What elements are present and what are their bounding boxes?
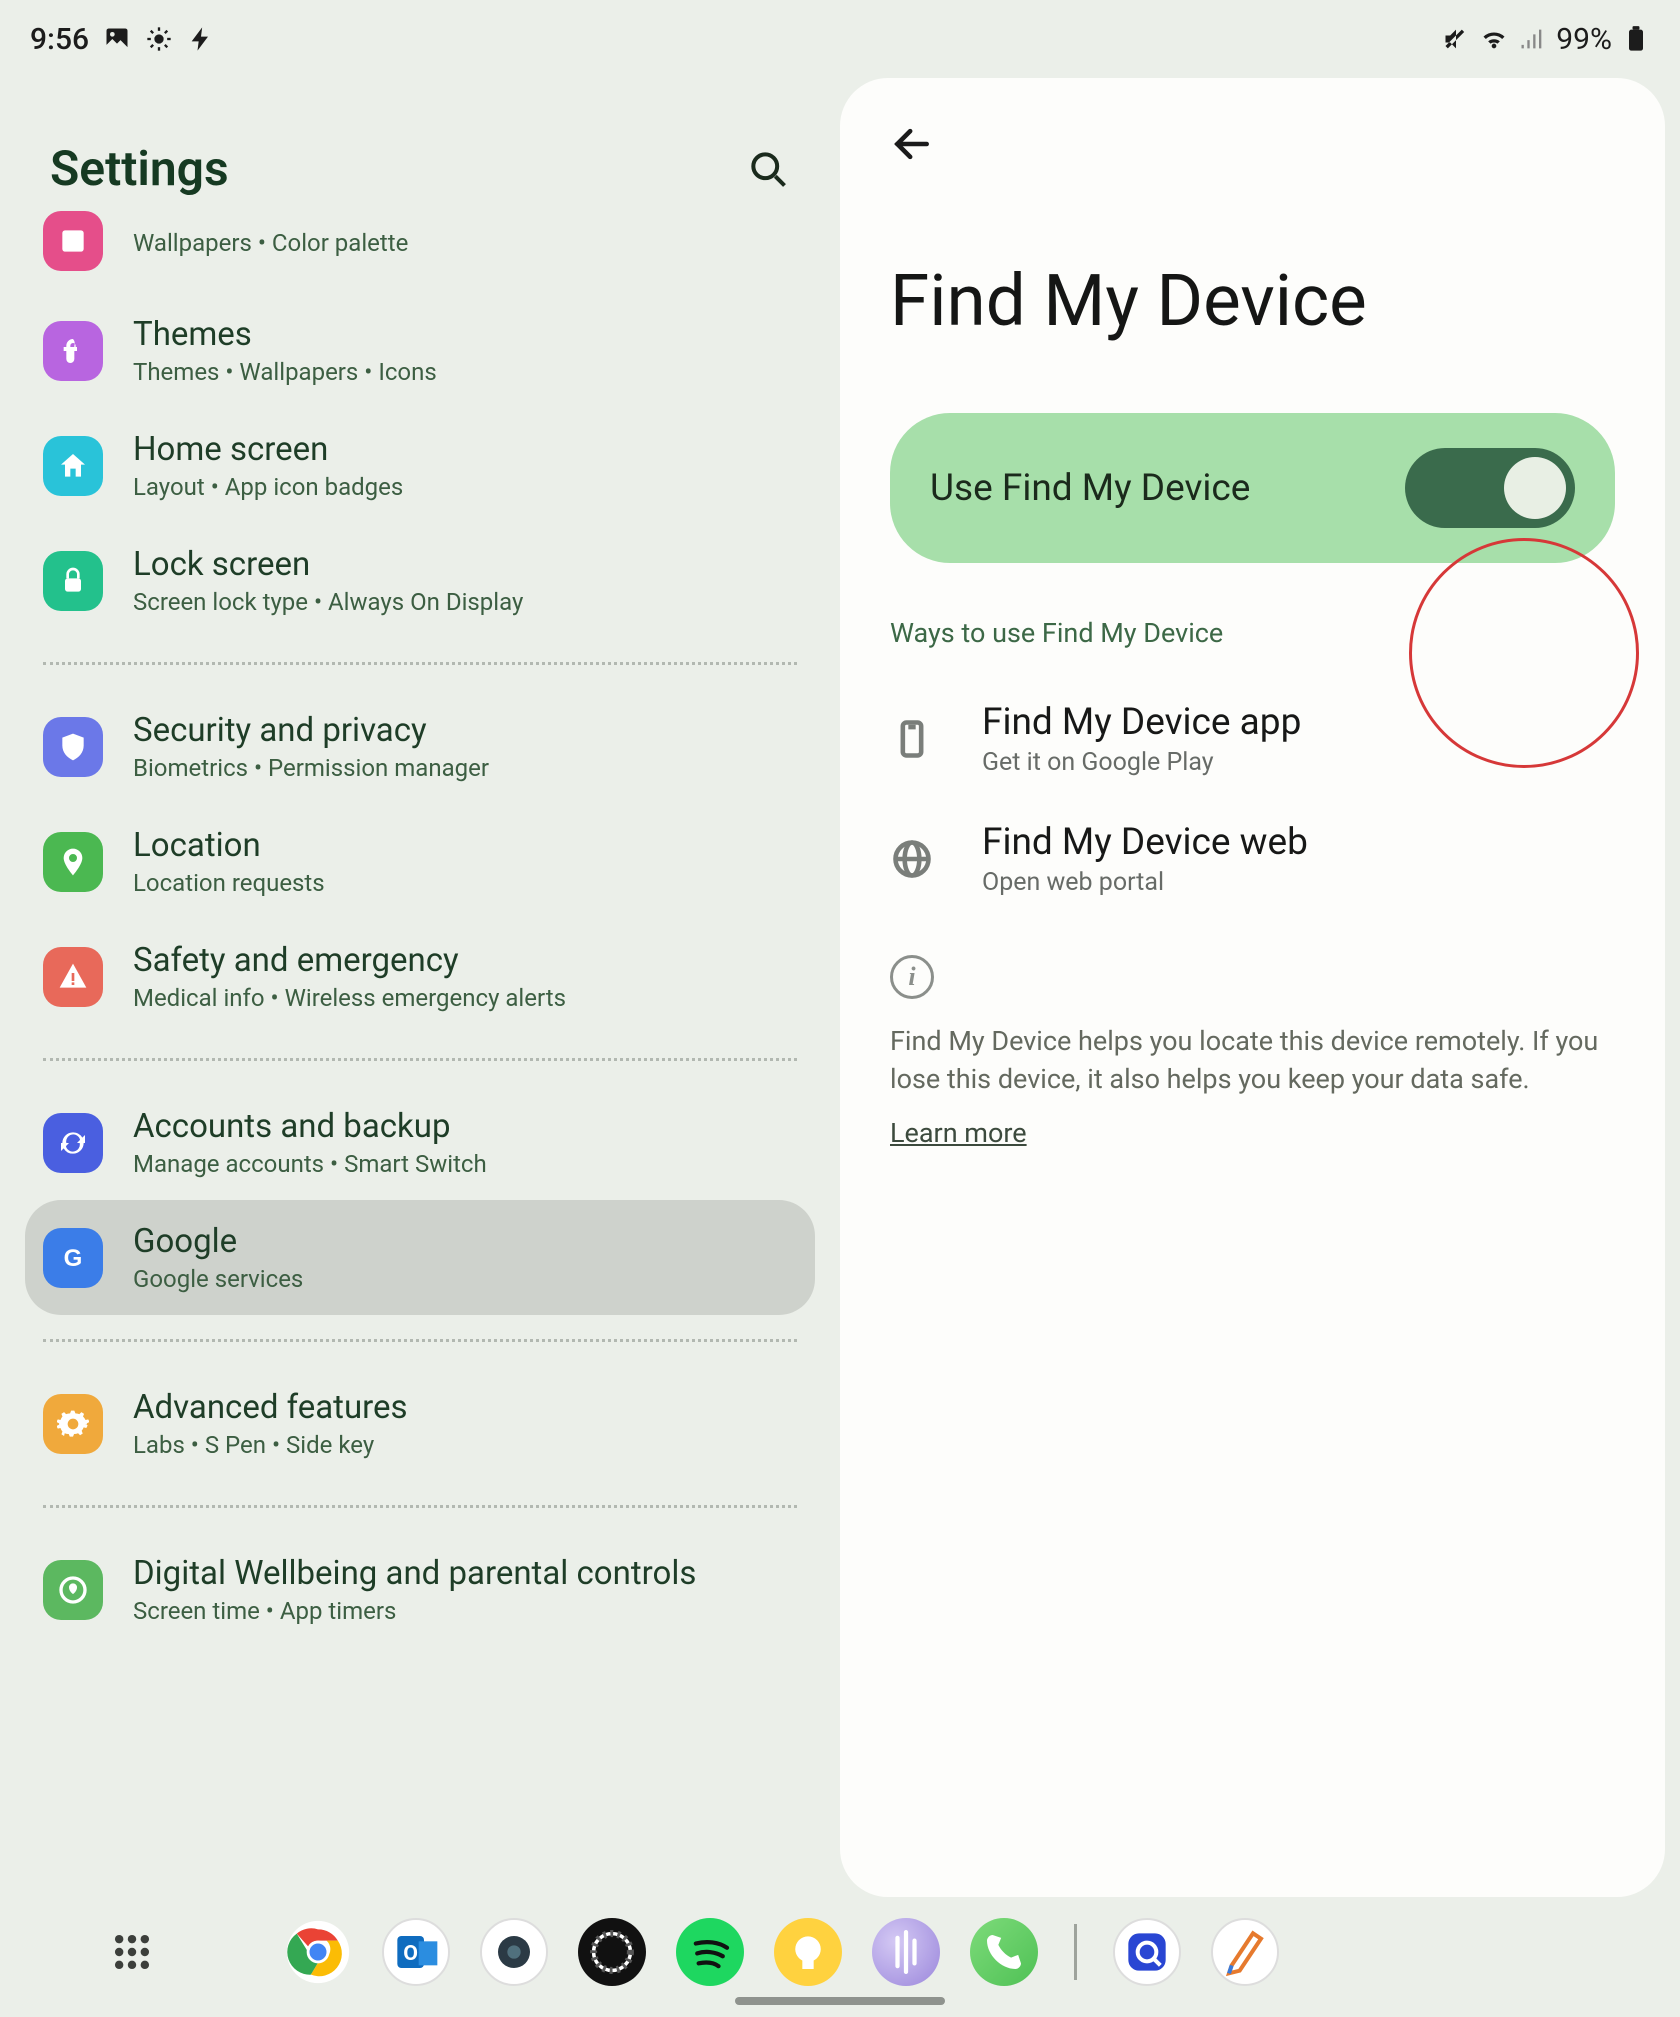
phone-icon [890, 717, 934, 761]
info-icon [890, 955, 934, 999]
battery-pct: 99% [1556, 22, 1612, 57]
toggle-switch[interactable] [1405, 448, 1575, 528]
settings-item-sync[interactable]: Accounts and backupManage accounts • Sma… [25, 1085, 815, 1200]
dock-separator [1074, 1924, 1077, 1980]
toggle-label: Use Find My Device [930, 467, 1250, 510]
page-title: Find My Device [890, 260, 1615, 343]
dock-bixby-icon[interactable] [872, 1918, 940, 1986]
globe-icon [890, 837, 934, 881]
master-toggle-row[interactable]: Use Find My Device [890, 413, 1615, 563]
settings-title: Settings [50, 140, 229, 197]
battery-icon [1622, 25, 1650, 53]
google-icon: G [43, 1228, 103, 1288]
pin-icon [43, 832, 103, 892]
dock-spotify-icon[interactable] [676, 1918, 744, 1986]
gear-icon [43, 1394, 103, 1454]
lock-icon [43, 551, 103, 611]
settings-item-pin[interactable]: LocationLocation requests [25, 804, 815, 919]
wall-icon [43, 211, 103, 271]
shield-icon [43, 717, 103, 777]
mute-icon [1442, 25, 1470, 53]
settings-item-lock[interactable]: Lock screenScreen lock type • Always On … [25, 523, 815, 638]
nav-handle[interactable] [735, 1997, 945, 2005]
dock-cam-icon[interactable] [480, 1918, 548, 1986]
settings-item-alert[interactable]: Safety and emergencyMedical info • Wirel… [25, 919, 815, 1034]
settings-item-home[interactable]: Home screenLayout • App icon badges [25, 408, 815, 523]
sun-icon [145, 25, 173, 53]
dock-tips-icon[interactable] [774, 1918, 842, 1986]
dock-chrome-icon[interactable] [284, 1918, 352, 1986]
section-heading: Ways to use Find My Device [890, 617, 1615, 649]
wifi-icon [1480, 25, 1508, 53]
clock: 9:56 [30, 22, 89, 57]
svg-text:G: G [64, 1245, 83, 1272]
settings-item-wall[interactable]: Wallpapers • Color palette [25, 211, 815, 293]
image-icon [103, 25, 131, 53]
home-icon [43, 436, 103, 496]
dock-phone-icon[interactable] [970, 1918, 1038, 1986]
back-icon[interactable] [890, 122, 934, 166]
dock-note-icon[interactable] [1211, 1918, 1279, 1986]
signal-icon [1518, 25, 1546, 53]
dock-watch-icon[interactable] [578, 1918, 646, 1986]
settings-item-themes[interactable]: ThemesThemes • Wallpapers • Icons [25, 293, 815, 408]
status-bar: 9:56 99% [0, 0, 1680, 78]
search-icon[interactable] [746, 147, 790, 191]
dock-quick-icon[interactable] [1113, 1918, 1181, 1986]
learn-more-link[interactable]: Learn more [890, 1117, 1615, 1149]
sync-icon [43, 1113, 103, 1173]
settings-item-google[interactable]: GGoogleGoogle services [25, 1200, 815, 1315]
apps-drawer-icon[interactable] [110, 1930, 154, 1974]
info-text: Find My Device helps you locate this dev… [890, 1023, 1615, 1099]
dock-outlook-icon[interactable]: O [382, 1918, 450, 1986]
way-globe[interactable]: Find My Device webOpen web portal [890, 799, 1615, 919]
themes-icon [43, 321, 103, 381]
svg-text:O: O [403, 1941, 418, 1966]
settings-pane: Settings Wallpapers • Color paletteTheme… [0, 100, 840, 1897]
settings-item-shield[interactable]: Security and privacyBiometrics • Permiss… [25, 689, 815, 804]
alert-icon [43, 947, 103, 1007]
settings-item-gear[interactable]: Advanced featuresLabs • S Pen • Side key [25, 1366, 815, 1481]
way-phone[interactable]: Find My Device appGet it on Google Play [890, 679, 1615, 799]
detail-pane: Find My Device Use Find My Device Ways t… [840, 78, 1665, 1897]
bolt-icon [187, 25, 215, 53]
well-icon [43, 1560, 103, 1620]
settings-item-well[interactable]: Digital Wellbeing and parental controlsS… [25, 1532, 815, 1647]
